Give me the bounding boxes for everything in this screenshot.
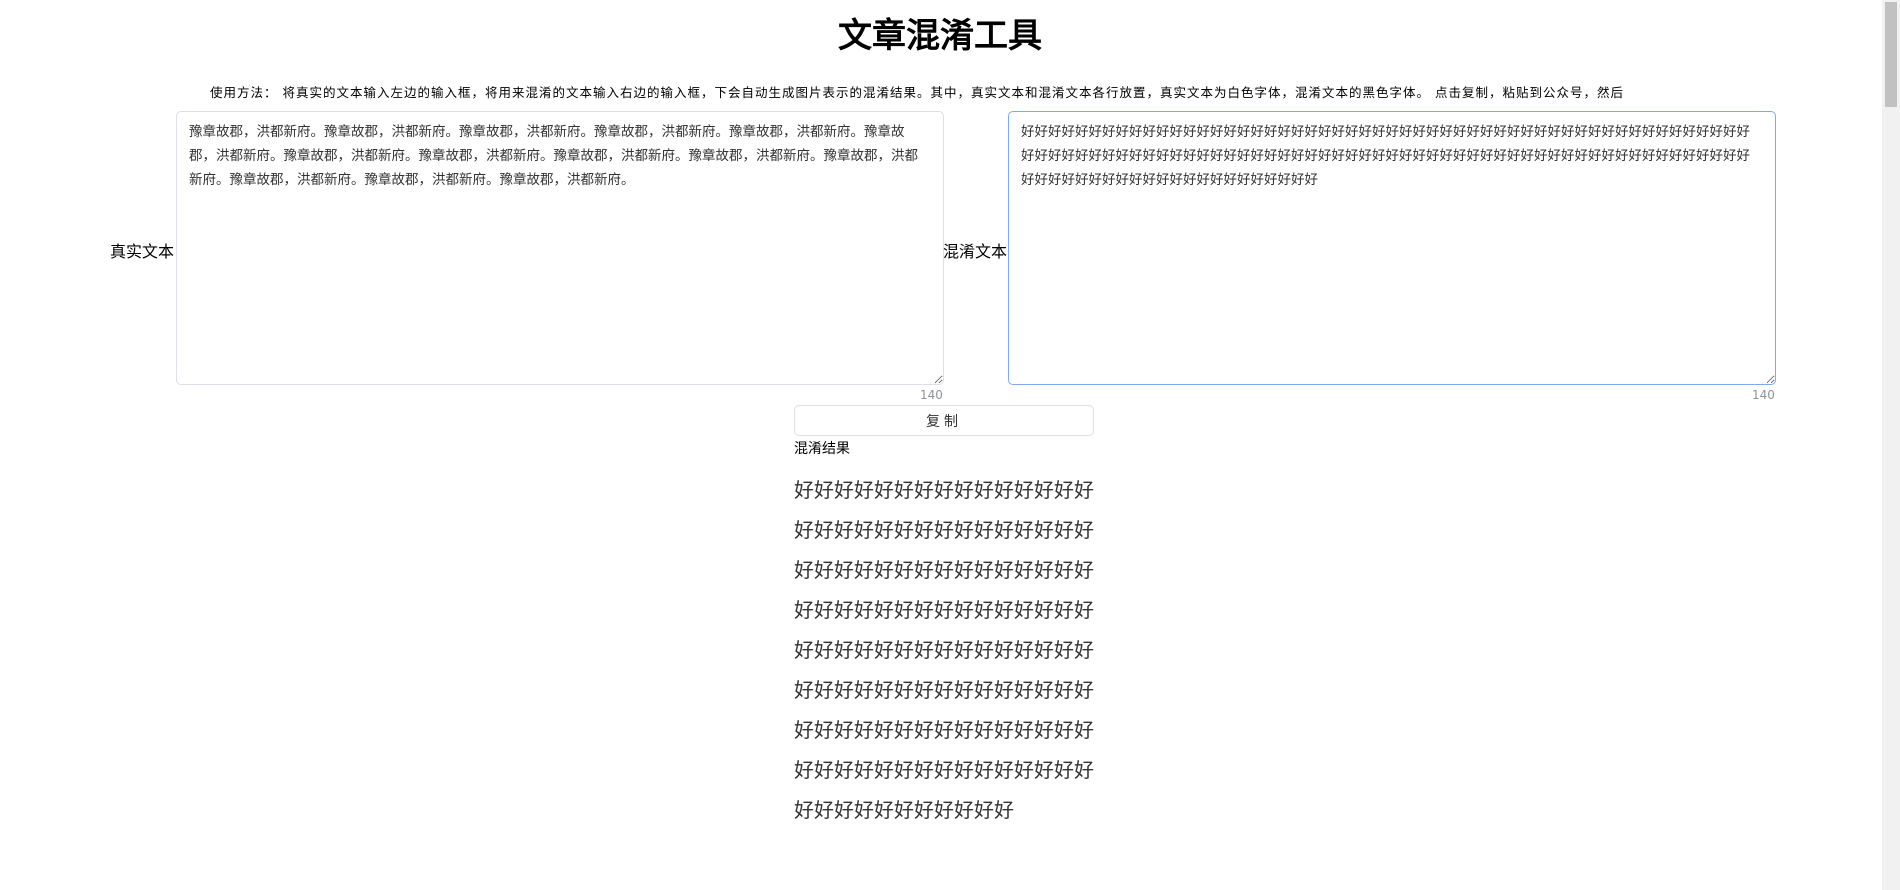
obfuscation-text-count: 140 <box>1752 388 1775 402</box>
obfuscation-text-input[interactable]: 好好好好好好好好好好好好好好好好好好好好好好好好好好好好好好好好好好好好好好好好… <box>1008 111 1776 385</box>
obfuscation-text-label: 混淆文本 <box>943 242 1008 261</box>
obfuscation-result: 好好好好好好好好好好好好好好好好好好好好好好好好好好好好好好好好好好好好好好好好… <box>794 478 1094 822</box>
result-label: 混淆结果 <box>794 441 850 457</box>
page-scrollbar[interactable] <box>1882 0 1900 890</box>
copy-button[interactable]: 复制 <box>794 405 1094 436</box>
page-title: 文章混淆工具 <box>838 16 1042 56</box>
real-text-input[interactable]: 豫章故郡，洪都新府。豫章故郡，洪都新府。豫章故郡，洪都新府。豫章故郡，洪都新府。… <box>176 111 944 385</box>
usage-instructions: 使用方法： 将真实的文本输入左边的输入框，将用来混淆的文本输入右边的输入框，下会… <box>210 85 1624 100</box>
real-text-label: 真实文本 <box>110 242 175 261</box>
real-text-count: 140 <box>920 388 943 402</box>
scrollbar-thumb[interactable] <box>1885 2 1897 107</box>
